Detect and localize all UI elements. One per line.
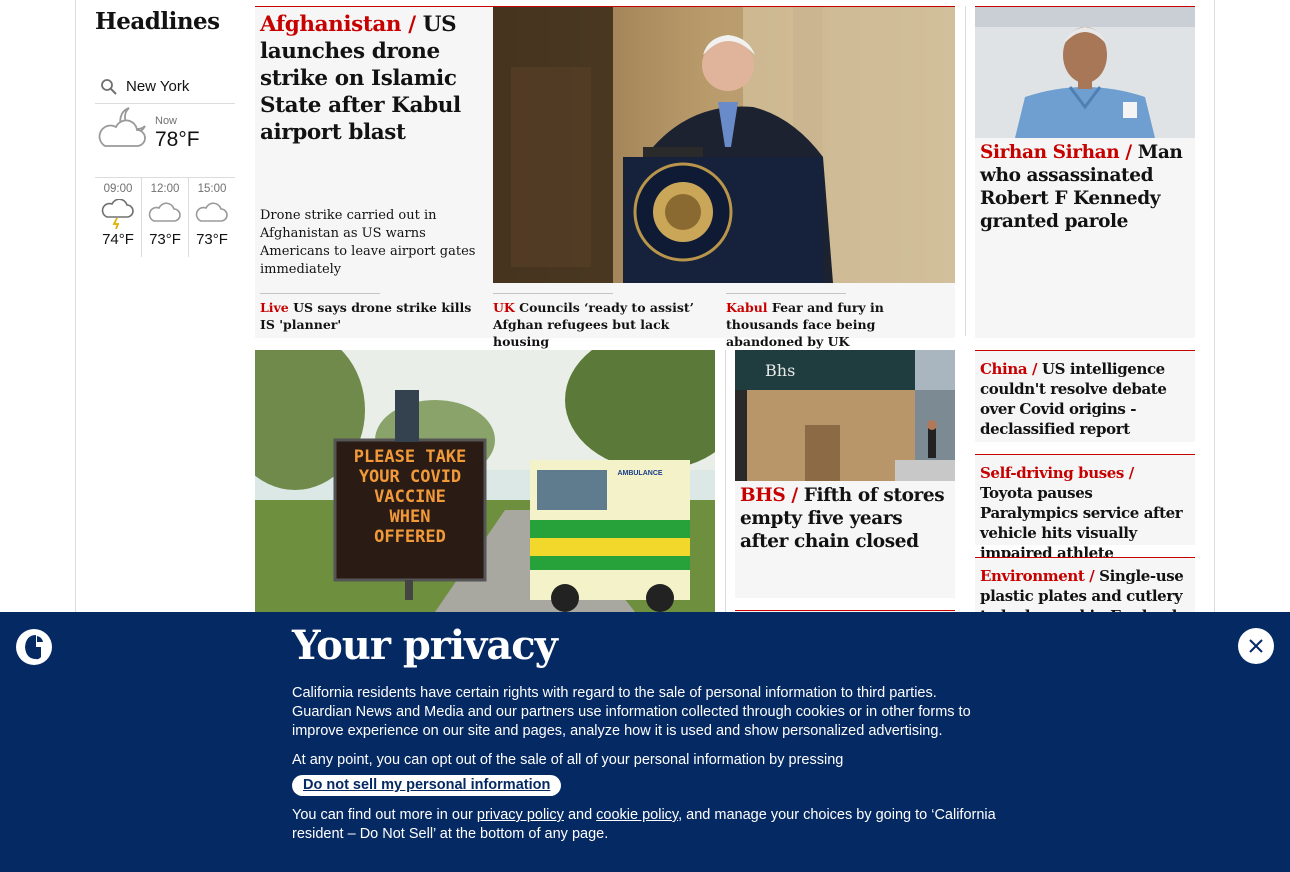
bhs-story-card[interactable]: Bhs BHS / Fifth of stores empty five yea… (735, 350, 955, 598)
sublink-live[interactable]: Live US says drone strike kills IS 'plan… (260, 293, 485, 333)
cloud-icon (195, 202, 228, 222)
sirhan-story-kicker: Sirhan Sirhan / (980, 142, 1132, 163)
close-icon (1249, 639, 1263, 653)
biden-podium-image[interactable] (493, 7, 955, 283)
guardian-logo-icon (16, 629, 52, 669)
small-story-headline[interactable]: China / US intelligence couldn't resolve… (975, 351, 1195, 445)
forecast-temp: 73°F (196, 231, 228, 248)
small-story-kicker: Self-driving buses / (980, 464, 1134, 482)
weather-now-temp: 78°F (155, 128, 200, 151)
forecast-temp: 74°F (102, 231, 134, 248)
bhs-store-image[interactable]: Bhs (735, 350, 955, 481)
sublink-text: US says drone strike kills IS 'planner' (260, 300, 472, 332)
privacy-paragraph: California residents have certain rights… (292, 685, 971, 739)
privacy-paragraph: At any point, you can opt out of the sal… (292, 752, 844, 768)
do-not-sell-button[interactable]: Do not sell my personal information (292, 775, 562, 796)
forecast-time: 15:00 (197, 183, 227, 195)
sirhan-story-card[interactable]: Sirhan Sirhan / Man who assassinated Rob… (975, 6, 1195, 338)
weather-city: New York (126, 78, 190, 95)
small-story-headline[interactable]: Self-driving buses / Toyota pauses Paral… (975, 455, 1195, 569)
privacy-policy-link[interactable]: privacy policy (477, 807, 564, 823)
vaccine-sign-line: YOUR COVID (359, 467, 461, 487)
toyota-story-card[interactable]: Self-driving buses / Toyota pauses Paral… (975, 454, 1195, 562)
main-story-sublinks: Live US says drone strike kills IS 'plan… (255, 293, 955, 349)
forecast-item: 12:00 73°F (142, 178, 189, 257)
small-story-kicker: China / (980, 360, 1038, 378)
weather-forecast: 09:00 74°F 12:00 73°F 15:00 73°F (95, 177, 235, 257)
vaccine-sign-line: VACCINE (374, 487, 446, 507)
sublink-kicker: UK (493, 300, 515, 315)
cloud-icon (148, 202, 181, 222)
sirhan-portrait-image[interactable] (975, 7, 1195, 138)
sublink-kicker: Kabul (726, 300, 768, 315)
forecast-time: 12:00 (150, 183, 180, 195)
main-story-headline[interactable]: Afghanistan / US launches drone strike o… (260, 11, 480, 146)
sublink-text: Councils ‘ready to assist’ Afghan refuge… (493, 300, 694, 349)
sirhan-story-headline[interactable]: Sirhan Sirhan / Man who assassinated Rob… (980, 141, 1192, 233)
search-icon (101, 78, 117, 95)
section-title: Headlines (95, 8, 220, 35)
privacy-text: and (567, 807, 593, 823)
bhs-story-kicker: BHS / (740, 485, 798, 506)
forecast-item: 15:00 73°F (189, 178, 235, 257)
sublink-uk[interactable]: UK Councils ‘ready to assist’ Afghan ref… (493, 293, 718, 350)
privacy-text: You can find out more in our (292, 807, 473, 823)
main-story-standfirst: Drone strike carried out in Afghanistan … (260, 208, 476, 277)
column-divider (965, 6, 966, 336)
sublink-kabul[interactable]: Kabul Fear and fury in thousands face be… (726, 293, 951, 350)
forecast-time: 09:00 (103, 183, 133, 195)
vaccine-sign-line: WHEN (390, 507, 431, 527)
main-story-kicker: Afghanistan / (260, 12, 416, 37)
bhs-story-headline[interactable]: BHS / Fifth of stores empty five years a… (740, 484, 952, 553)
weather-location[interactable]: New York (95, 70, 235, 104)
privacy-title: Your privacy (292, 622, 558, 669)
cookie-policy-link[interactable]: cookie policy (596, 807, 678, 823)
forecast-temp: 73°F (149, 231, 181, 248)
covid-vaccine-sign-image[interactable]: PLEASE TAKE YOUR COVID VACCINE WHEN OFFE… (255, 350, 715, 612)
privacy-body: California residents have certain rights… (292, 684, 997, 854)
china-story-card[interactable]: China / US intelligence couldn't resolve… (975, 350, 1195, 442)
sublink-kicker: Live (260, 300, 289, 315)
vaccine-sign-line: OFFERED (374, 527, 446, 547)
privacy-banner: Your privacy California residents have c… (0, 612, 1290, 872)
small-story-title: Toyota pauses Paralympics service after … (980, 484, 1183, 562)
thunder-rain-icon (101, 199, 134, 229)
bhs-sign-text: Bhs (765, 361, 795, 380)
close-button[interactable] (1238, 628, 1274, 664)
column-divider (725, 350, 726, 612)
weather-now: Now 78°F (95, 106, 235, 176)
ambulance-label: AMBULANCE (617, 470, 662, 477)
forecast-item: 09:00 74°F (95, 178, 142, 257)
weather-now-label: Now (155, 115, 178, 127)
small-story-kicker: Environment / (980, 567, 1095, 585)
vaccine-sign-line: PLEASE TAKE (354, 447, 467, 467)
privacy-paragraph: You can find out more in our privacy pol… (292, 806, 997, 844)
cloud-moon-icon (98, 107, 146, 147)
main-story-card[interactable]: Afghanistan / US launches drone strike o… (255, 6, 955, 349)
